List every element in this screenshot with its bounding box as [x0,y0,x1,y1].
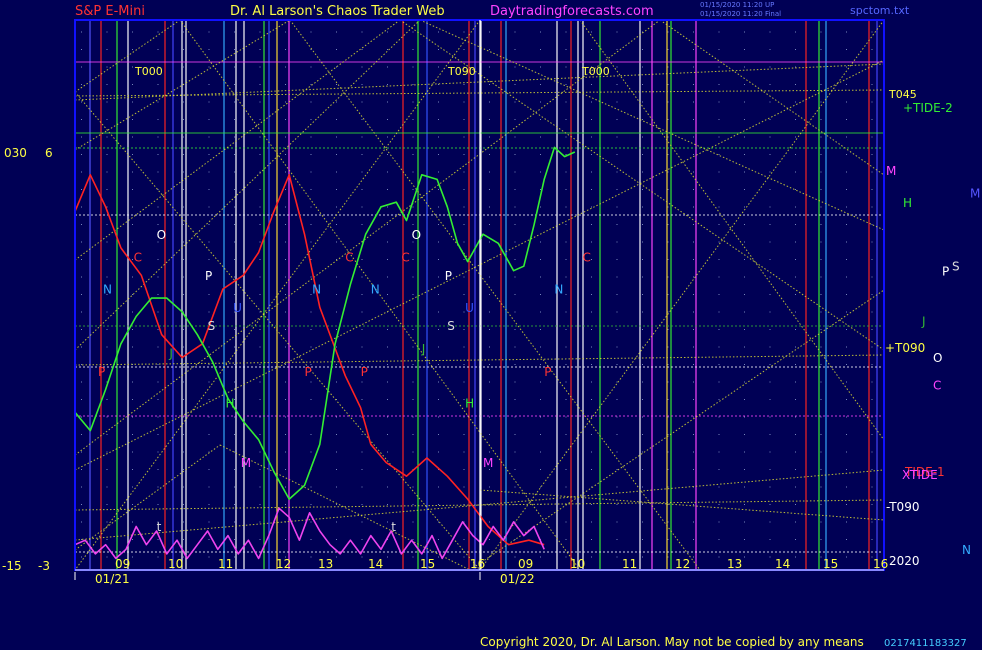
label-tide2: +TIDE-2 [903,101,953,115]
grid-dot-field [81,31,873,558]
right-marker-6: P [942,264,949,278]
diagonal-line-2 [179,19,581,571]
series-lines [74,146,576,560]
planet-letter-13: C [345,251,353,265]
x-tick-label-14: 15 [823,557,838,571]
x-tick-label-4: 13 [318,557,333,571]
site-link[interactable]: Daytradingforecasts.com [490,4,654,19]
right-marker-2: J [921,315,926,329]
diagonal-line-4 [579,19,885,441]
x-tick-label-15: 16 [873,557,888,571]
planet-letters: COPNUSJPHMtNPCPNtCOPSJUHMPNC [98,228,591,534]
label-t045: T045 [888,88,917,101]
x-tick-label-11: 12 [675,557,690,571]
planet-letter-22: U [465,301,474,315]
planet-letter-11: N [312,283,321,297]
planet-letter-4: U [233,301,242,315]
x-tick-label-7: 16 [470,557,485,571]
left-axis-bottom-a: -15 [2,559,22,573]
planet-letter-8: H [225,397,234,411]
vertical-event-lines [89,20,878,570]
planet-letter-1: O [157,228,166,242]
series-0 [74,174,545,546]
diagonal-line-7 [289,19,701,571]
x-tick-label-13: 14 [775,557,790,571]
planet-letter-18: O [412,228,421,242]
left-axis-bottom-b: -3 [38,559,50,573]
planet-letter-20: S [447,319,455,333]
plot-frame [74,19,885,571]
right-marker-3: O [933,351,942,365]
x-tick-label-3: 12 [276,557,291,571]
label-plus-t090: +T090 [885,341,925,355]
planet-letter-9: M [241,456,251,470]
right-marker-0: M [886,164,896,178]
x-tick-label-8: 09 [518,557,533,571]
planet-letter-24: M [483,456,493,470]
planet-letter-23: H [465,397,474,411]
x-tick-label-0: 09 [115,557,130,571]
planet-letter-17: C [401,251,409,265]
planet-letter-3: N [103,283,112,297]
label-t000: T000 [134,65,163,78]
line-labels: T000 T090 T000 T045 +TIDE-2 +T090 TIDE-1… [134,65,953,568]
right-marker-1: H [903,196,912,210]
planet-letter-15: N [371,283,380,297]
right-marker-7: M [970,187,980,201]
left-axis-top-b: 6 [45,146,53,160]
right-marker-8: N [962,543,971,557]
planet-letter-19: P [445,269,452,283]
diagonal-line-10 [74,19,421,351]
planet-letter-27: C [582,251,590,265]
stamp-line2: 01/15/2020 11:20 Final [700,10,782,18]
right-marker-5: S [952,260,960,274]
x-date-label-1: 01/22 [500,572,535,586]
planet-letter-0: C [134,251,142,265]
planet-letter-16: t [391,520,396,534]
label-minus-t090: -T090 [886,500,919,514]
label-t090-top: T090 [447,65,476,78]
symbol-title: S&P E-Mini [75,4,145,19]
x-tick-label-12: 13 [727,557,742,571]
planet-letter-26: N [554,283,563,297]
planet-letter-2: P [205,269,212,283]
file-name: spctom.txt [850,4,910,17]
x-tick-label-5: 14 [368,557,383,571]
x-tick-label-9: 10 [570,557,585,571]
planet-letter-10: t [157,520,162,534]
right-markers: M H J OC SP M N [886,164,980,557]
diagonal-line-8 [74,19,401,261]
planet-letter-6: J [168,347,173,361]
series-2 [74,507,545,560]
planet-letter-12: P [305,365,312,379]
planet-letter-5: S [208,319,216,333]
author-title: Dr. Al Larson's Chaos Trader Web [230,4,445,19]
x-tick-label-6: 15 [420,557,435,571]
label-year: 2020 [889,554,920,568]
planet-letter-7: P [98,365,105,379]
x-tick-label-10: 11 [622,557,637,571]
left-axis-top-a: 030 [4,146,27,160]
label-xtide: XTIDE [902,468,938,482]
chaos-chart: COPNUSJPHMtNPCPNtCOPSJUHMPNC 09 10 11 12 13 1… [74,19,980,586]
planet-letter-25: P [544,365,551,379]
x-tick-label-2: 11 [218,557,233,571]
planet-letter-21: J [421,342,426,356]
right-marker-4: C [933,378,941,392]
planet-letter-14: P [361,365,368,379]
x-tick-labels: 09 10 11 12 13 14 15 16 09 10 11 12 13 14 15 16 01/21 01/… [74,557,888,586]
diagonal-line-14 [74,444,221,551]
stamp-line1: 01/15/2020 11:20 UP [700,1,775,9]
x-tick-label-1: 10 [168,557,183,571]
x-date-label-0: 01/21 [95,572,130,586]
diagonal-line-13 [659,19,885,176]
footer-stamp: 0217411183327 [884,638,967,649]
label-t000-right: T000 [581,65,610,78]
grid-dots [81,31,873,558]
copyright-notice: Copyright 2020, Dr. Al Larson. May not b… [480,635,864,649]
